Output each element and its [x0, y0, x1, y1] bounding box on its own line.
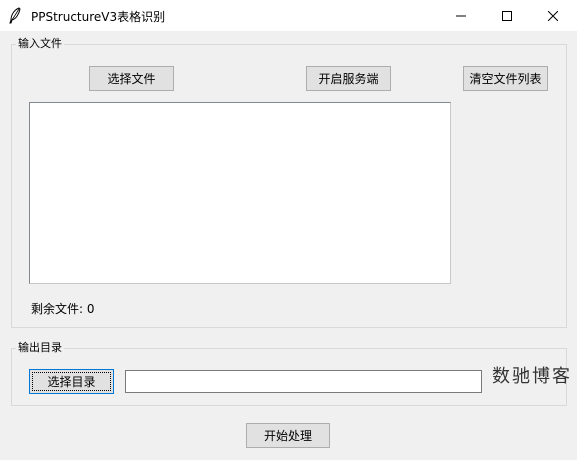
feather-icon — [8, 7, 22, 24]
watermark-text: 数驰博客 — [492, 366, 572, 387]
start-service-button[interactable]: 开启服务端 — [306, 66, 391, 91]
close-icon — [547, 6, 559, 25]
minimize-button[interactable] — [438, 0, 484, 31]
maximize-icon — [502, 6, 512, 25]
clear-file-list-button[interactable]: 清空文件列表 — [463, 66, 548, 91]
remaining-files-label: 剩余文件: 0 — [31, 302, 95, 316]
maximize-button[interactable] — [484, 0, 530, 31]
select-file-button[interactable]: 选择文件 — [89, 66, 174, 91]
start-processing-button[interactable]: 开始处理 — [246, 423, 330, 448]
file-listbox[interactable] — [29, 102, 451, 284]
select-directory-button[interactable]: 选择目录 — [29, 369, 114, 394]
title-bar[interactable]: PPStructureV3表格识别 — [0, 0, 577, 31]
window-title: PPStructureV3表格识别 — [31, 10, 166, 24]
app-window: PPStructureV3表格识别 输入文件 选择文件 开启服务端 清空文件列表… — [0, 0, 577, 460]
output-dir-input[interactable] — [125, 370, 482, 393]
close-button[interactable] — [530, 0, 576, 31]
minimize-icon — [456, 6, 466, 25]
output-dir-group-label: 输出目录 — [16, 341, 64, 355]
input-files-group-label: 输入文件 — [16, 37, 64, 51]
